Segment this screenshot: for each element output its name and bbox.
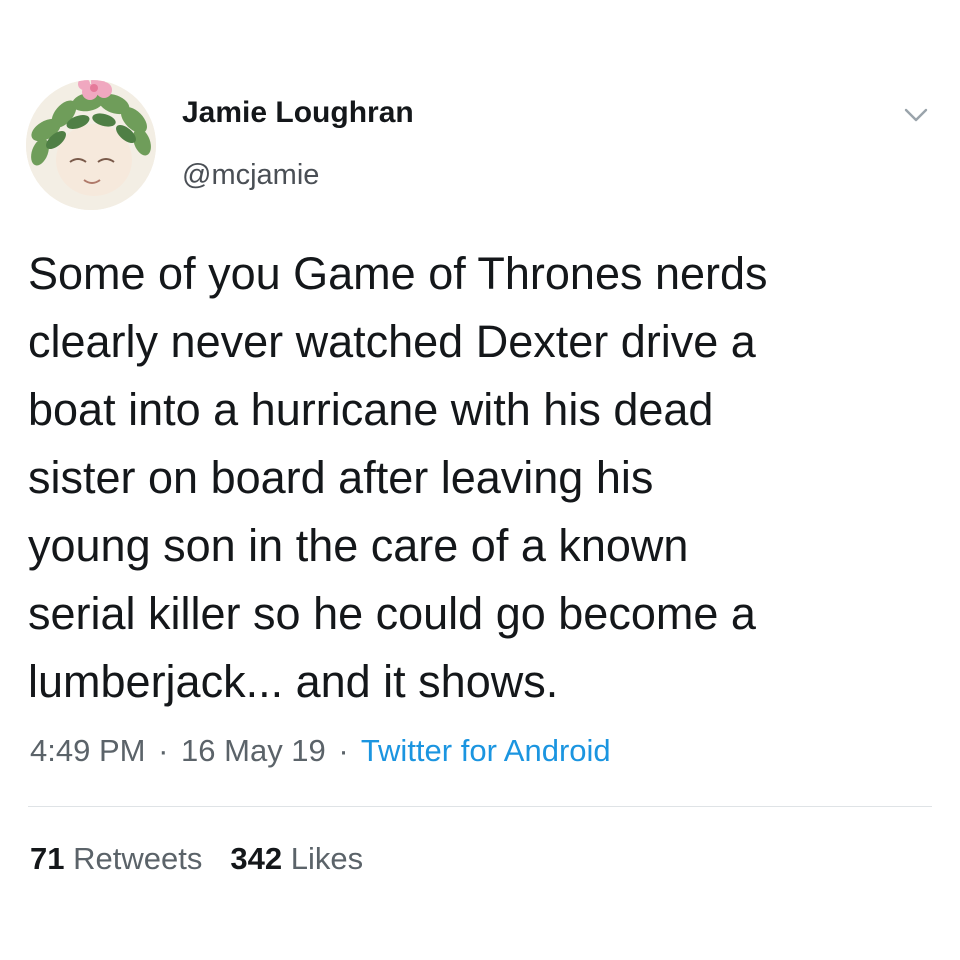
tweet-time[interactable]: 4:49 PM [30, 733, 145, 768]
tweet-menu-button[interactable] [903, 104, 929, 126]
tweet-card: Jamie Loughran @mcjamie Some of you Game… [0, 0, 960, 960]
retweets-stat[interactable]: 71 Retweets [30, 841, 202, 876]
avatar[interactable] [26, 80, 156, 210]
tweet-text: Some of you Game of Thrones nerds clearl… [28, 248, 768, 707]
likes-count: 342 [230, 841, 283, 876]
divider [28, 806, 932, 807]
author-handle[interactable]: @mcjamie [182, 159, 319, 192]
tweet-source-link[interactable]: Twitter for Android [361, 733, 611, 768]
meta-separator: · [338, 733, 349, 768]
chevron-down-icon [904, 108, 928, 122]
meta-separator: · [158, 733, 169, 768]
likes-stat[interactable]: 342 Likes [230, 841, 363, 876]
retweets-label: Retweets [73, 841, 203, 876]
retweets-count: 71 [30, 841, 65, 876]
tweet-stats: 71 Retweets 342 Likes [30, 841, 363, 877]
likes-label: Likes [290, 841, 364, 876]
author-display-name[interactable]: Jamie Loughran [182, 96, 414, 130]
avatar-icon [26, 80, 156, 210]
tweet-meta: 4:49 PM · 16 May 19 · Twitter for Androi… [30, 733, 611, 769]
tweet-date[interactable]: 16 May 19 [181, 733, 326, 768]
